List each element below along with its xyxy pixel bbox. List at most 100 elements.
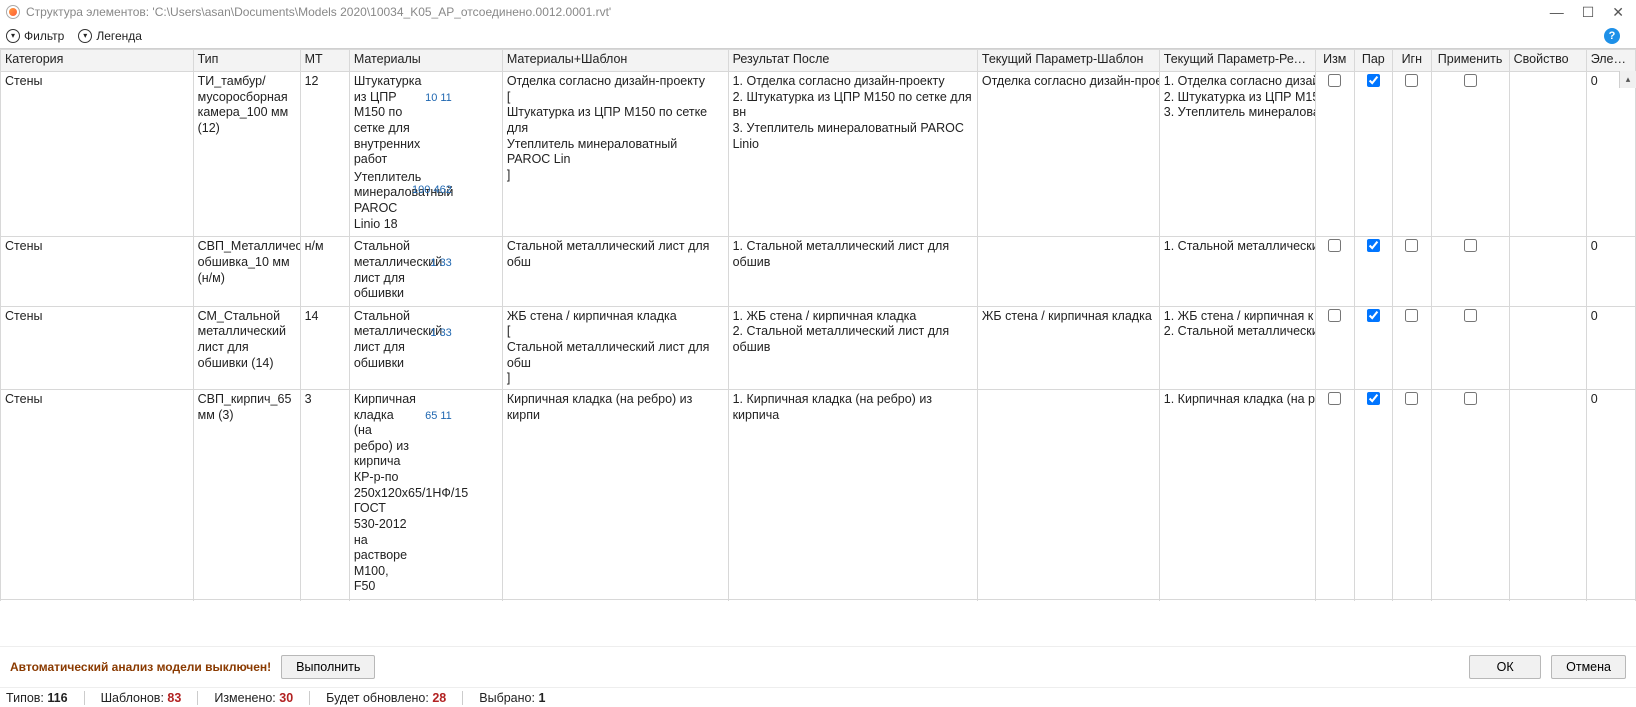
cell-cur-tmpl[interactable]: Отделка согласно дизайн-прое: [977, 72, 1159, 237]
cell-elem[interactable]: 0: [1586, 72, 1635, 237]
cell-izm[interactable]: [1316, 72, 1355, 237]
apply-checkbox[interactable]: [1464, 392, 1477, 405]
cell-mat-tmpl[interactable]: Стальной металлический лист для обш: [502, 237, 728, 307]
cell-cur-res[interactable]: 1. Кирпичная кладка (на р: [1159, 389, 1315, 599]
col-type[interactable]: Тип: [193, 50, 300, 72]
cell-category[interactable]: Стены: [1, 389, 194, 599]
cell-ign[interactable]: [1393, 72, 1432, 237]
cell-mt[interactable]: 12: [300, 72, 349, 237]
cell-mat-tmpl[interactable]: Кирпичная кладка (на ребро) из кирпи: [502, 389, 728, 599]
col-materials[interactable]: Материалы: [349, 50, 502, 72]
ign-checkbox[interactable]: [1405, 239, 1418, 252]
col-ign[interactable]: Игн: [1393, 50, 1432, 72]
cell-result-after[interactable]: 1. Отделка согласно дизайн-проекту2. Шту…: [728, 72, 977, 237]
col-result-after[interactable]: Результат После: [728, 50, 977, 72]
ign-checkbox[interactable]: [1405, 309, 1418, 322]
cell-prop[interactable]: [1509, 389, 1586, 599]
cell-elem[interactable]: 0: [1586, 237, 1635, 307]
cell-prop[interactable]: [1509, 306, 1586, 389]
minimize-button[interactable]: —: [1550, 4, 1564, 21]
cell-category[interactable]: Стены: [1, 237, 194, 307]
col-category[interactable]: Категория: [1, 50, 194, 72]
cell-izm[interactable]: [1316, 306, 1355, 389]
filter-button[interactable]: ▾ Фильтр: [6, 29, 64, 43]
col-prop[interactable]: Свойство: [1509, 50, 1586, 72]
par-checkbox[interactable]: [1367, 392, 1380, 405]
cell-par[interactable]: [1354, 72, 1393, 237]
table-row[interactable]: СтеныСМ_Стальной металлический лист для …: [1, 306, 1636, 389]
cell-materials[interactable]: Кирпичная кладка (на ребро) из кирпича К…: [349, 389, 502, 599]
cell-cur-tmpl[interactable]: ЖБ стена / кирпичная кладка: [977, 306, 1159, 389]
cell-cur-res[interactable]: 1. Стальной металлически: [1159, 237, 1315, 307]
col-mt[interactable]: МТ: [300, 50, 349, 72]
cell-category[interactable]: Стены: [1, 306, 194, 389]
cell-materials[interactable]: Стальной металлический лист для обшивки1…: [349, 237, 502, 307]
cell-apply[interactable]: [1431, 237, 1509, 307]
cell-apply[interactable]: [1431, 600, 1509, 602]
col-cur-tmpl[interactable]: Текущий Параметр-Шаблон: [977, 50, 1159, 72]
cell-izm[interactable]: [1316, 389, 1355, 599]
table-row[interactable]: ПерекрытияПЧ_балкон (3)3Чистовая отделка…: [1, 600, 1636, 602]
cell-apply[interactable]: [1431, 389, 1509, 599]
izm-checkbox[interactable]: [1328, 74, 1341, 87]
cell-mt[interactable]: 3: [300, 389, 349, 599]
par-checkbox[interactable]: [1367, 74, 1380, 87]
cell-elem[interactable]: 0: [1586, 306, 1635, 389]
col-cur-res[interactable]: Текущий Параметр-Резул: [1159, 50, 1315, 72]
col-mat-tmpl[interactable]: Материалы+Шаблон: [502, 50, 728, 72]
ok-button[interactable]: ОК: [1469, 655, 1541, 679]
help-icon[interactable]: ?: [1604, 28, 1620, 44]
cell-izm[interactable]: [1316, 600, 1355, 602]
cell-cur-res[interactable]: 1. Отделка согласно дизай2. Штукатурка и…: [1159, 72, 1315, 237]
cell-prop[interactable]: [1509, 600, 1586, 602]
cell-par[interactable]: [1354, 389, 1393, 599]
table-row[interactable]: СтеныСВП_кирпич_65 мм (3)3Кирпичная клад…: [1, 389, 1636, 599]
table-row[interactable]: СтеныТИ_тамбур/мусоросборная камера_100 …: [1, 72, 1636, 237]
cell-mat-tmpl[interactable]: Отделка согласно дизайн-проекту[Штукатур…: [502, 72, 728, 237]
cell-apply[interactable]: [1431, 72, 1509, 237]
izm-checkbox[interactable]: [1328, 239, 1341, 252]
ign-checkbox[interactable]: [1405, 74, 1418, 87]
cell-type[interactable]: ТИ_тамбур/мусоросборная камера_100 мм (1…: [193, 72, 300, 237]
cell-elem[interactable]: 0: [1586, 389, 1635, 599]
cell-par[interactable]: [1354, 600, 1393, 602]
cell-type[interactable]: СВП_кирпич_65 мм (3): [193, 389, 300, 599]
cell-mt[interactable]: 3: [300, 600, 349, 602]
apply-checkbox[interactable]: [1464, 239, 1477, 252]
cell-cur-res[interactable]: 1. Чистовая отделка пола2. Цементно-песч…: [1159, 600, 1315, 602]
cell-materials[interactable]: Штукатурка из ЦПР М150 по сетке для внут…: [349, 72, 502, 237]
cell-type[interactable]: СВП_Металлическая обшивка_10 мм (н/м): [193, 237, 300, 307]
cell-ign[interactable]: [1393, 600, 1432, 602]
ign-checkbox[interactable]: [1405, 392, 1418, 405]
cell-mat-tmpl[interactable]: Чистовая отделка пола (выполняемая сЦеме…: [502, 600, 728, 602]
cell-cur-tmpl[interactable]: [977, 237, 1159, 307]
cell-cur-tmpl[interactable]: [ЖБ плита: [977, 600, 1159, 602]
par-checkbox[interactable]: [1367, 309, 1380, 322]
cell-result-after[interactable]: 1. ЖБ стена / кирпичная кладка2. Стально…: [728, 306, 977, 389]
izm-checkbox[interactable]: [1328, 392, 1341, 405]
cancel-button[interactable]: Отмена: [1551, 655, 1626, 679]
cell-mat-tmpl[interactable]: ЖБ стена / кирпичная кладка[Стальной мет…: [502, 306, 728, 389]
maximize-button[interactable]: ☐: [1582, 4, 1595, 21]
cell-elem[interactable]: 0: [1586, 600, 1635, 602]
apply-checkbox[interactable]: [1464, 74, 1477, 87]
col-elem[interactable]: Элемен: [1586, 50, 1635, 72]
cell-type[interactable]: СМ_Стальной металлический лист для обшив…: [193, 306, 300, 389]
execute-button[interactable]: Выполнить: [281, 655, 375, 679]
cell-ign[interactable]: [1393, 389, 1432, 599]
cell-ign[interactable]: [1393, 306, 1432, 389]
cell-cur-tmpl[interactable]: [977, 389, 1159, 599]
cell-result-after[interactable]: 1. Стальной металлический лист для обшив: [728, 237, 977, 307]
cell-prop[interactable]: [1509, 237, 1586, 307]
izm-checkbox[interactable]: [1328, 309, 1341, 322]
cell-result-after[interactable]: 1. Чистовая отделка пола (выполняемая со…: [728, 600, 977, 602]
par-checkbox[interactable]: [1367, 239, 1380, 252]
legend-button[interactable]: ▾ Легенда: [78, 29, 142, 43]
cell-materials[interactable]: Чистовая отделка пола (выполняемая собст…: [349, 600, 502, 602]
cell-prop[interactable]: [1509, 72, 1586, 237]
scroll-up-button[interactable]: ▴: [1619, 71, 1636, 88]
cell-category[interactable]: Перекрытия: [1, 600, 194, 602]
close-button[interactable]: ✕: [1612, 4, 1624, 21]
col-par[interactable]: Пар: [1354, 50, 1393, 72]
cell-type[interactable]: ПЧ_балкон (3): [193, 600, 300, 602]
